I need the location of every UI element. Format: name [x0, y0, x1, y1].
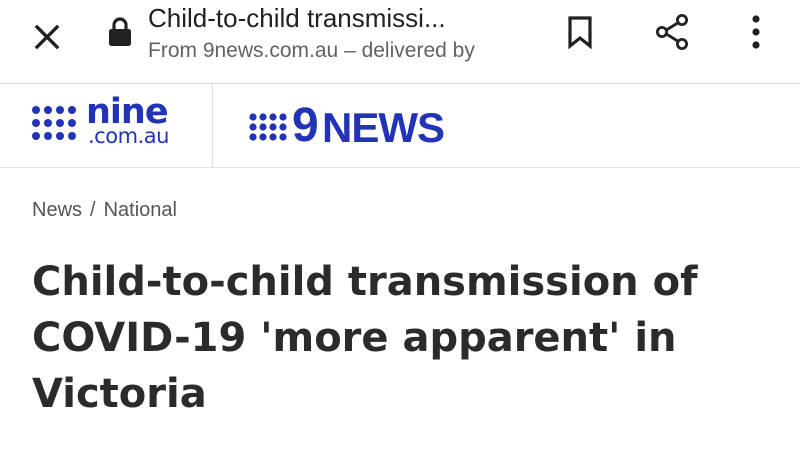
more-vert-icon — [752, 15, 760, 49]
breadcrumb-item-national[interactable]: National — [104, 199, 177, 221]
share-button[interactable] — [648, 8, 696, 56]
page-title[interactable]: Child-to-child transmissi... — [148, 1, 548, 35]
header-divider — [212, 84, 213, 167]
lock-icon — [109, 17, 131, 46]
9news-logo[interactable]: 9 NEWS — [248, 99, 498, 152]
nine-logo[interactable]: nine .com.au — [30, 92, 190, 154]
breadcrumb: News / National — [32, 196, 177, 224]
source-line[interactable]: From 9news.com.au – delivered by — [148, 37, 475, 65]
bookmark-icon — [568, 16, 592, 49]
site-header: nine .com.au 9 NEWS — [0, 84, 800, 168]
9news-dots-logo-mark — [249, 113, 287, 141]
nine-logo-domain: .com.au — [88, 124, 169, 148]
close-button[interactable] — [24, 14, 70, 60]
share-icon — [656, 14, 688, 50]
page: Child-to-child transmissi... From 9news.… — [0, 0, 800, 450]
nine-dots-logo-mark — [32, 106, 76, 140]
browser-top-bar: Child-to-child transmissi... From 9news.… — [0, 0, 800, 84]
close-icon — [34, 24, 60, 50]
9news-logo-word: NEWS — [322, 104, 445, 151]
9news-logo-numeral: 9 — [292, 99, 319, 152]
breadcrumb-separator: / — [90, 199, 96, 221]
bookmark-button[interactable] — [556, 8, 604, 56]
breadcrumb-item-news[interactable]: News — [32, 199, 82, 221]
more-menu-button[interactable] — [736, 8, 776, 56]
article-headline: Child-to-child transmission of COVID-19 … — [32, 259, 698, 417]
